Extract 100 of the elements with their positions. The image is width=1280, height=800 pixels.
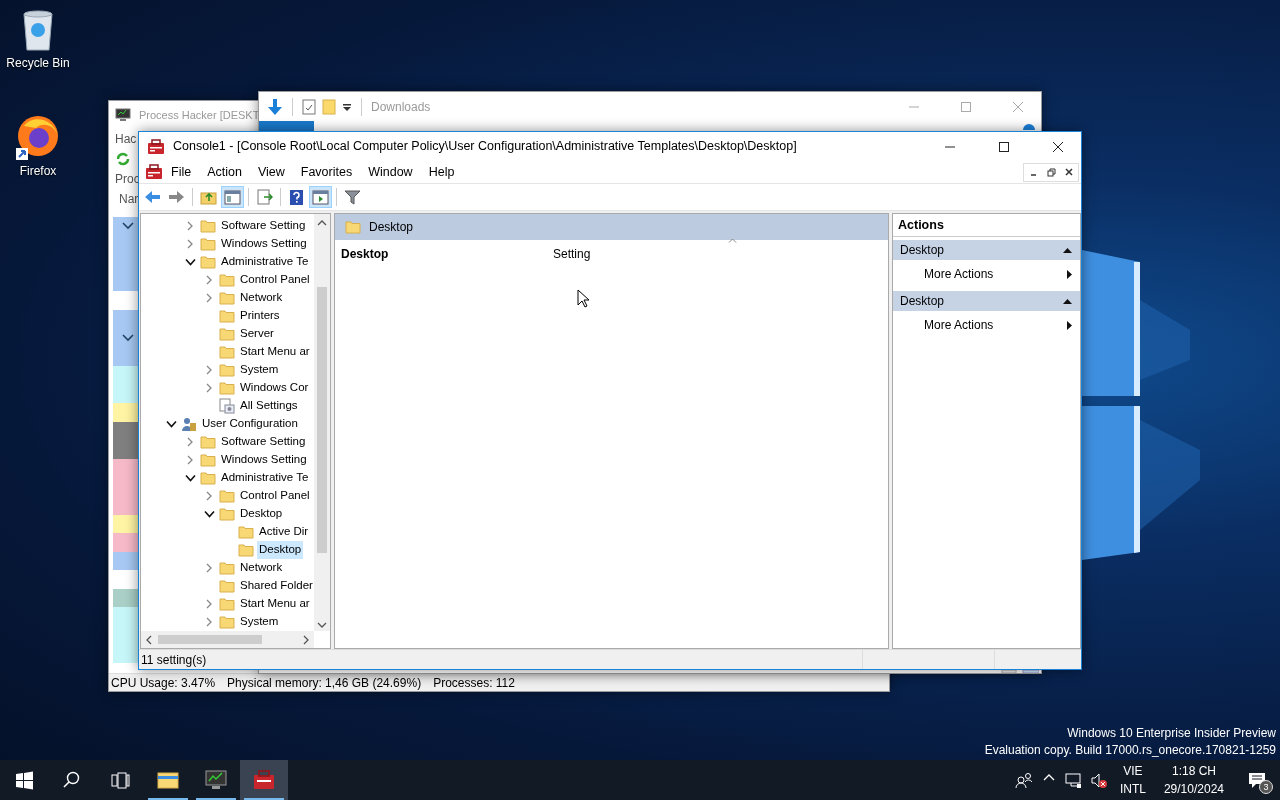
scroll-left-icon[interactable] [146, 635, 152, 645]
tree-item[interactable]: Server [238, 325, 276, 343]
tree-item[interactable]: Start Menu ar [238, 343, 312, 361]
tree-item[interactable]: Windows Setting [219, 235, 309, 253]
document-icon[interactable] [145, 164, 163, 180]
process-row[interactable] [113, 217, 139, 236]
process-row[interactable] [113, 347, 139, 366]
action-item[interactable]: More Actions [893, 260, 1080, 288]
restore-icon[interactable] [1046, 167, 1056, 177]
scroll-up-icon[interactable] [317, 220, 327, 226]
input-language-button[interactable]: VIE INTL [1111, 760, 1154, 800]
task-view-icon[interactable] [110, 770, 130, 790]
chevron-down-icon[interactable] [122, 333, 134, 342]
tree-item[interactable]: Control Panel [238, 487, 312, 505]
download-arrow-icon[interactable] [267, 97, 283, 116]
tree-item[interactable]: All Settings [238, 397, 300, 415]
process-row[interactable] [113, 384, 139, 403]
network-icon[interactable] [1064, 771, 1082, 789]
menu-item[interactable]: Favorites [292, 160, 361, 184]
section-header[interactable]: Desktop [893, 240, 1080, 260]
chevron-down-icon[interactable] [165, 420, 177, 428]
menu-item[interactable]: View [249, 160, 293, 184]
refresh-icon[interactable] [115, 152, 131, 166]
tree-item[interactable]: Control Panel [238, 271, 312, 289]
collapse-icon[interactable] [1063, 247, 1072, 253]
close-icon[interactable] [1052, 141, 1064, 152]
action-item[interactable]: More Actions [893, 311, 1080, 339]
status-text: CPU Usage: 3.47% [111, 674, 216, 692]
properties-icon[interactable] [302, 98, 316, 115]
section-header[interactable]: Desktop [893, 291, 1080, 311]
menu-item[interactable]: Action [199, 160, 250, 184]
menu-item[interactable]: Hac [115, 130, 137, 148]
view-mode-icon[interactable] [1001, 670, 1039, 673]
chevron-right-icon[interactable] [205, 617, 213, 627]
tree-item[interactable]: User Configuration [200, 415, 300, 433]
scroll-right-icon[interactable] [303, 635, 309, 645]
folder-icon [238, 524, 254, 540]
chevron-right-icon[interactable] [205, 293, 213, 303]
process-row[interactable] [113, 588, 139, 608]
menu-item[interactable]: Window [360, 160, 421, 184]
tree-item[interactable]: Windows Setting [219, 451, 309, 469]
menu-item[interactable]: File [163, 160, 200, 184]
process-row[interactable] [113, 533, 139, 552]
scrollbar[interactable] [314, 214, 330, 631]
search-icon[interactable] [62, 770, 82, 790]
tree-item[interactable]: System [238, 361, 281, 379]
tree-item[interactable]: Shared Folder [238, 577, 315, 595]
tree-item[interactable]: Printers [238, 307, 282, 325]
chevron-right-icon[interactable] [186, 437, 194, 447]
monitor-icon [115, 108, 131, 122]
start-icon[interactable] [14, 770, 34, 790]
tree-item[interactable]: Software Setting [219, 217, 308, 235]
tree-item[interactable]: Windows Cor [238, 379, 311, 397]
tree-item[interactable]: Desktop [238, 505, 285, 523]
people-icon[interactable] [1014, 771, 1033, 789]
folder-icon [219, 488, 235, 504]
chevron-down-icon[interactable] [184, 258, 196, 266]
tree-item[interactable]: Administrative Te [219, 469, 311, 487]
close-icon[interactable] [1064, 167, 1074, 177]
column-header[interactable]: Nar [119, 190, 139, 208]
column-header[interactable]: Setting [553, 247, 591, 261]
tree-item[interactable]: Active Dir [257, 523, 311, 541]
chevron-right-icon[interactable] [186, 239, 194, 249]
chevron-down-icon[interactable] [122, 222, 134, 230]
scroll-down-icon[interactable] [317, 622, 327, 628]
process-row[interactable] [113, 309, 139, 329]
icon-label[interactable]: Recycle Bin [6, 54, 70, 72]
submenu-arrow-icon [1067, 320, 1072, 330]
status-text: Processes: 112 [433, 674, 515, 692]
sort-caret-icon [728, 238, 737, 243]
chevron-right-icon[interactable] [205, 365, 213, 375]
maximize-icon[interactable] [998, 141, 1010, 152]
clock[interactable]: 1:18 CH 29/10/2024 [1153, 760, 1234, 800]
dropdown-icon[interactable] [342, 102, 352, 111]
tree-item[interactable]: Administrative Te [219, 253, 311, 271]
chevron-down-icon[interactable] [203, 510, 215, 518]
tree-item[interactable]: Start Menu ar [238, 595, 312, 613]
tree-item[interactable]: Network [238, 289, 285, 307]
notification-count: 3 [1259, 780, 1273, 794]
window-title: Console1 - [Console Root\Local Computer Policy\User Configuration\Administrative Templates\Desktop\Desktop] [173, 138, 797, 156]
collapse-icon[interactable] [1063, 298, 1072, 304]
chevron-right-icon[interactable] [205, 563, 213, 573]
tree-item[interactable]: Desktop [257, 541, 304, 559]
chevron-right-icon[interactable] [205, 383, 213, 393]
icon-label[interactable]: Firefox [19, 162, 57, 180]
process-row[interactable] [113, 607, 139, 627]
tree-item[interactable]: Software Setting [219, 433, 308, 451]
chevron-right-icon[interactable] [205, 491, 213, 501]
action-center-button[interactable]: 3 [1234, 760, 1280, 800]
scrollbar[interactable] [141, 631, 314, 648]
chevron-right-icon[interactable] [205, 275, 213, 285]
chevron-right-icon[interactable] [186, 221, 194, 231]
chevron-right-icon[interactable] [205, 599, 213, 609]
chevron-down-icon[interactable] [184, 474, 196, 482]
tree-item[interactable]: System [238, 613, 281, 631]
chevron-right-icon[interactable] [186, 455, 194, 465]
tree-item[interactable]: Network [238, 559, 285, 577]
volume-muted-icon[interactable] [1089, 771, 1108, 789]
menu-item[interactable]: Help [420, 160, 463, 184]
folder-icon [219, 380, 235, 396]
